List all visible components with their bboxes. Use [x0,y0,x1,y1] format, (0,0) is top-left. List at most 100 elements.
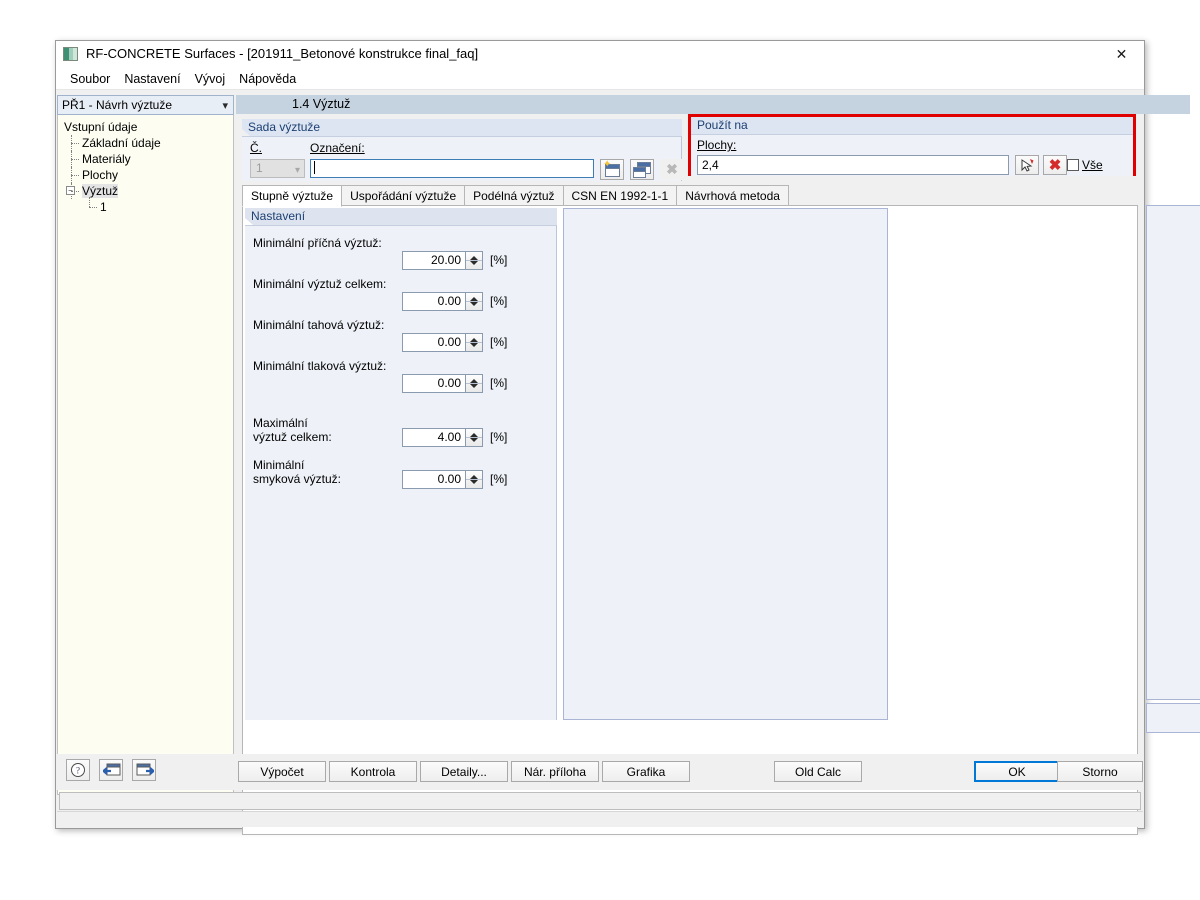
pick-arrow-icon [1021,159,1034,172]
reinforcement-set-group: Sada výztuže Č. Označení: 1 ▾ ✦ ✖ [242,119,684,181]
setting-label-line1: Minimální [253,458,305,472]
setting-label-line1: Maximální [253,416,308,430]
tree-item-materialy[interactable]: Materiály [62,151,233,167]
details-button-label: Detaily... [441,764,487,779]
new-window-icon: ✦ [603,160,620,177]
ok-button-label: OK [1008,764,1026,779]
designation-label-text: Označení: [310,141,365,155]
tab-podelna-vyztuz[interactable]: Podélná výztuž [464,185,564,206]
min-total-input[interactable]: 0.00 [402,292,466,311]
text-caret [314,161,315,174]
min-total-stepper[interactable] [466,292,483,311]
setting-label: Minimální výztuž celkem: [253,277,387,291]
navigator-combo-value: PŘ1 - Návrh výztuže [62,98,173,112]
clear-surfaces-button[interactable]: ✖ [1043,155,1067,175]
min-transverse-input[interactable]: 20.00 [402,251,466,270]
page-header-filler-left [236,95,290,114]
setting-unit: [%] [490,472,508,486]
min-transverse-stepper[interactable] [466,251,483,270]
setting-unit: [%] [490,253,508,267]
national-annex-button[interactable]: Nár. příloha [511,761,599,782]
check-button[interactable]: Kontrola [329,761,417,782]
page-title: 1.4 Výztuž [288,95,1190,114]
apply-to-group-body: Plochy: 2,4 ✖ Vše [691,134,1133,176]
menu-item-nastaveni[interactable]: Nastavení [117,70,187,88]
window-title: RF-CONCRETE Surfaces - [201911_Betonové … [86,46,479,61]
next-button[interactable] [132,759,156,781]
status-bar [59,792,1141,810]
navigator-tree: Vstupní údaje Základní údaje Materiály P… [57,115,234,795]
min-shear-stepper[interactable] [466,470,483,489]
tab-strip: Stupně výztuže Uspořádání výztuže Podéln… [242,185,1138,207]
setting-label: Minimální tahová výztuž: [253,318,385,332]
calculate-button[interactable]: Výpočet [238,761,326,782]
preview-panel [563,208,888,720]
designation-label: Označení: [310,141,365,155]
status-bar-secondary [57,811,1143,827]
set-number-value: 1 [256,161,263,175]
all-surfaces-label: Vše [1082,158,1103,172]
all-surfaces-checkbox[interactable]: Vše [1067,158,1103,172]
tree-item-vyztuz-1[interactable]: 1 [62,197,233,215]
checkbox-icon[interactable] [1067,159,1079,171]
app-window-icon [63,47,78,61]
tab-csn-en-1992-1-1[interactable]: CSN EN 1992-1-1 [562,185,678,206]
tree-item-vyztuz[interactable]: − Výztuž [62,183,233,199]
tree-item-plochy[interactable]: Plochy [62,167,233,183]
check-button-label: Kontrola [350,764,396,779]
calculate-button-label: Výpočet [260,764,304,779]
tab-navrhova-metoda[interactable]: Návrhová metoda [676,185,789,206]
cancel-button[interactable]: Storno [1057,761,1143,782]
pick-surfaces-button[interactable] [1015,155,1039,175]
navigator-combo[interactable]: PŘ1 - Návrh výztuže ▾ [57,95,234,115]
help-button[interactable]: ? [66,759,90,781]
menu-item-soubor[interactable]: Soubor [63,70,117,88]
tree-item-vstupni-udaje[interactable]: Vstupní údaje [62,119,233,135]
title-bar: RF-CONCRETE Surfaces - [201911_Betonové … [56,41,1144,68]
details-button[interactable]: Detaily... [420,761,508,782]
new-set-button[interactable]: ✦ [600,159,624,180]
tab-content-panel: Nastavení Minimální příčná výztuž: 20.00… [242,205,1138,835]
ok-button[interactable]: OK [974,761,1060,782]
graphics-button[interactable]: Grafika [602,761,690,782]
settings-group-title: Nastavení [245,208,557,225]
old-calc-button[interactable]: Old Calc [774,761,862,782]
set-number-combo[interactable]: 1 ▾ [250,159,305,178]
tab-stupne-vyztuze[interactable]: Stupně výztuže [242,185,343,207]
min-tensile-input[interactable]: 0.00 [402,333,466,352]
delete-set-button: ✖ [660,159,684,180]
designation-input[interactable] [310,159,594,178]
copy-set-button[interactable] [630,159,654,180]
delete-x-icon: ✖ [1048,157,1062,174]
previous-button[interactable] [99,759,123,781]
old-calc-button-label: Old Calc [794,764,841,779]
navigator-panel: PŘ1 - Návrh výztuže ▾ Vstupní údaje Zákl… [57,95,234,795]
setting-unit: [%] [490,335,508,349]
tree-item-label: Vstupní údaje [64,120,138,134]
graphics-preview-toolbar [1146,703,1200,733]
max-total-stepper[interactable] [466,428,483,447]
surfaces-label-text: Plochy: [697,138,737,152]
surfaces-input[interactable]: 2,4 [697,155,1009,175]
menu-item-vyvoj[interactable]: Vývoj [188,70,233,88]
tree-item-label: Plochy [82,168,119,182]
national-annex-button-label: Nár. příloha [523,764,587,779]
window-body: PŘ1 - Návrh výztuže ▾ Vstupní údaje Zákl… [56,91,1200,835]
close-icon[interactable]: ✕ [1099,41,1144,68]
tree-item-label: Materiály [82,152,131,166]
menu-item-napoveda[interactable]: Nápověda [232,70,303,88]
setting-unit: [%] [490,376,508,390]
min-compressive-input[interactable]: 0.00 [402,374,466,393]
min-tensile-stepper[interactable] [466,333,483,352]
settings-group-body: Minimální příčná výztuž: 20.00 [%] Minim… [245,225,557,720]
reinforcement-set-group-body: Č. Označení: 1 ▾ ✦ ✖ [242,136,684,181]
collapse-icon[interactable]: − [66,186,75,195]
svg-text:?: ? [76,766,80,776]
min-shear-input[interactable]: 0.00 [402,470,466,489]
max-total-input[interactable]: 4.00 [402,428,466,447]
delete-x-icon: ✖ [666,161,678,177]
setting-label-line2: výztuž celkem: [253,430,332,444]
tree-item-zakladni-udaje[interactable]: Základní údaje [62,135,233,151]
min-compressive-stepper[interactable] [466,374,483,393]
tab-usporadani-vyztuze[interactable]: Uspořádání výztuže [341,185,466,206]
